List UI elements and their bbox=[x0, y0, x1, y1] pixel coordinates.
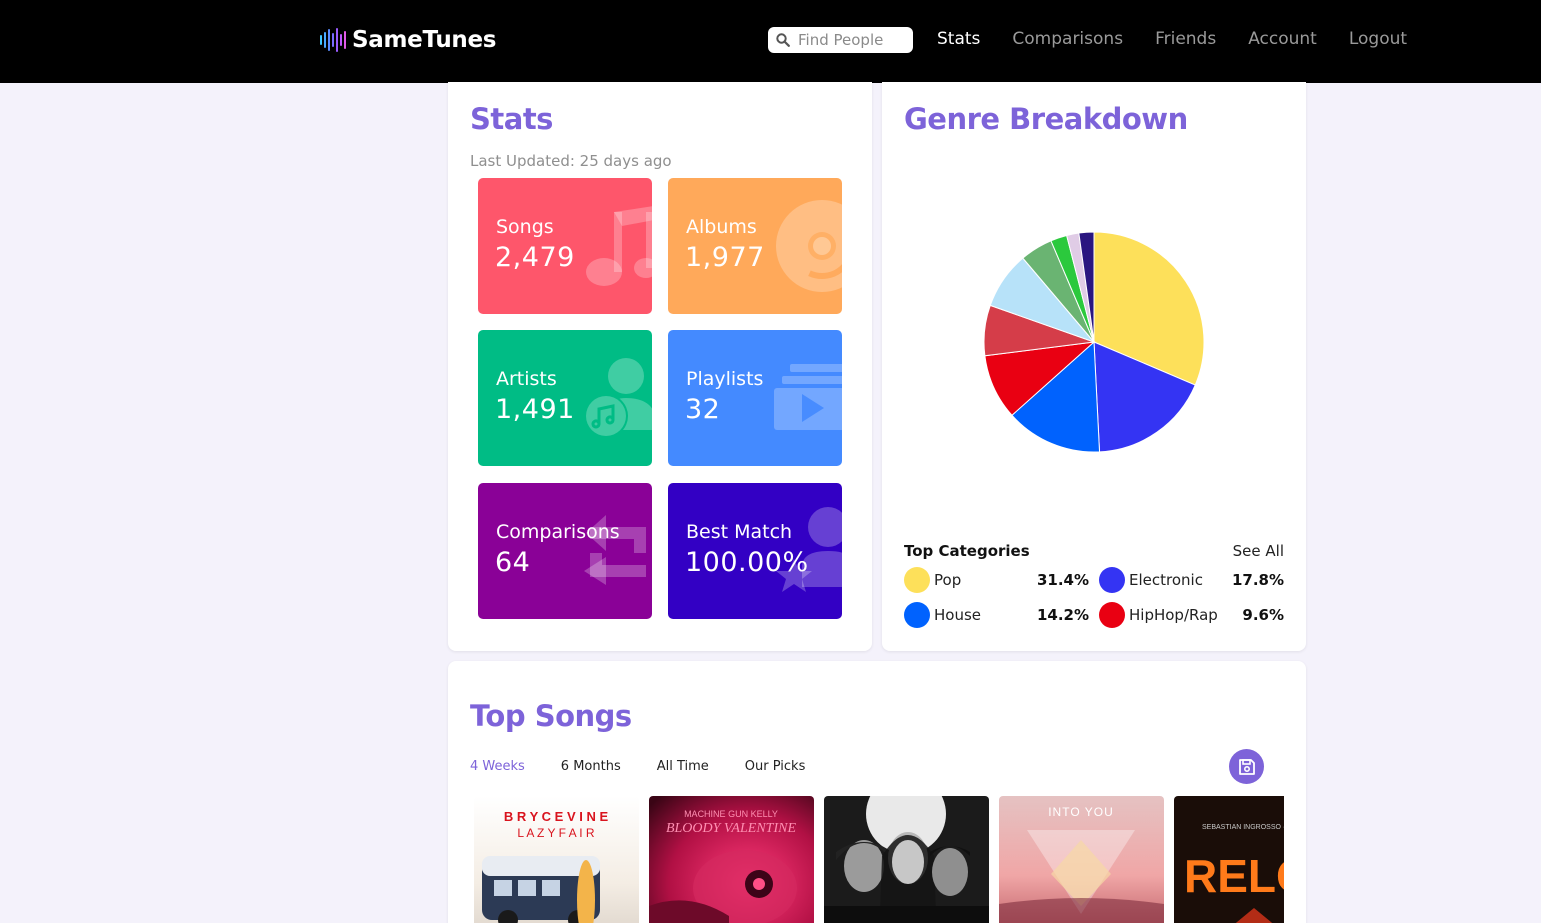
nav-friends-link[interactable]: Friends bbox=[1155, 29, 1216, 49]
artist-icon bbox=[584, 358, 652, 438]
legend-name: Pop bbox=[934, 571, 962, 589]
album-cover-relo[interactable]: SEBASTIAN INGROSSO · TOMMY TRASH RELO bbox=[1174, 796, 1284, 923]
find-people-search[interactable] bbox=[768, 27, 913, 53]
brand-logo[interactable]: SameTunes bbox=[320, 26, 496, 54]
tab-our-picks[interactable]: Our Picks bbox=[745, 759, 806, 774]
album-cover-lazy-fair[interactable]: B R Y C E V I N E L A Z Y F A I R bbox=[474, 796, 639, 923]
vinyl-disc-icon bbox=[776, 200, 842, 292]
legend-color-dot bbox=[1099, 602, 1125, 628]
search-icon bbox=[776, 33, 790, 47]
genre-pie-chart[interactable] bbox=[982, 230, 1206, 454]
tab-4-weeks[interactable]: 4 Weeks bbox=[470, 759, 525, 774]
legend-color-dot bbox=[904, 567, 930, 593]
tile-value: 64 bbox=[495, 547, 531, 578]
see-all-link[interactable]: See All bbox=[1233, 542, 1284, 560]
album-line1: MACHINE GUN KELLY bbox=[684, 809, 778, 819]
album-line2: BLOODY VALENTINE bbox=[666, 821, 796, 836]
album-cover-trio[interactable] bbox=[824, 796, 989, 923]
top-songs-album-row: B R Y C E V I N E L A Z Y F A I R MACHIN… bbox=[474, 796, 1284, 923]
album-art-image: B R Y C E V I N E L A Z Y F A I R bbox=[474, 796, 639, 923]
tile-label: Comparisons bbox=[496, 521, 620, 543]
tile-label: Songs bbox=[496, 216, 554, 238]
tab-all-time[interactable]: All Time bbox=[657, 759, 709, 774]
equalizer-logo-icon bbox=[320, 26, 346, 54]
top-songs-card: Top Songs 4 Weeks 6 Months All Time Our … bbox=[448, 661, 1306, 923]
legend-percent: 14.2% bbox=[1036, 606, 1089, 624]
legend-color-dot bbox=[1099, 567, 1125, 593]
best-match-stat-tile[interactable]: Best Match 100.00% bbox=[668, 483, 842, 619]
tile-value: 1,977 bbox=[685, 242, 765, 273]
stats-card: Stats Last Updated: 25 days ago Songs 2,… bbox=[448, 82, 872, 651]
save-icon bbox=[1238, 758, 1255, 775]
stats-title: Stats bbox=[470, 102, 553, 136]
legend-name: HipHop/Rap bbox=[1129, 606, 1218, 624]
comparisons-stat-tile[interactable]: Comparisons 64 bbox=[478, 483, 652, 619]
legend-item-electronic: Electronic 17.8% bbox=[1099, 567, 1284, 593]
nav-logout-link[interactable]: Logout bbox=[1349, 29, 1407, 49]
legend-item-pop: Pop 31.4% bbox=[904, 567, 1089, 593]
album-line2: L A Z Y F A I R bbox=[517, 826, 594, 840]
tile-value: 32 bbox=[685, 394, 721, 425]
top-navbar: SameTunes Stats Comparisons Friends Acco… bbox=[0, 0, 1541, 83]
music-note-icon bbox=[586, 206, 652, 286]
legend-item-hiphop-rap: HipHop/Rap 9.6% bbox=[1099, 602, 1284, 628]
legend-percent: 31.4% bbox=[1036, 571, 1089, 589]
genre-breakdown-card: Genre Breakdown Top Categories See All P… bbox=[882, 82, 1306, 651]
album-line1: B R Y C E V I N E bbox=[504, 809, 609, 824]
album-cover-bloody-valentine[interactable]: MACHINE GUN KELLY BLOODY VALENTINE bbox=[649, 796, 814, 923]
legend-color-dot bbox=[904, 602, 930, 628]
tile-label: Best Match bbox=[686, 521, 793, 543]
tile-label: Artists bbox=[496, 368, 557, 390]
legend-percent: 17.8% bbox=[1231, 571, 1284, 589]
nav-stats-link[interactable]: Stats bbox=[937, 29, 980, 49]
nav-account-link[interactable]: Account bbox=[1248, 29, 1317, 49]
artists-stat-tile[interactable]: Artists 1,491 bbox=[478, 330, 652, 466]
playlist-icon bbox=[774, 364, 842, 430]
top-songs-title: Top Songs bbox=[470, 699, 632, 733]
album-line1: RELO bbox=[1184, 850, 1284, 902]
top-categories-label: Top Categories bbox=[904, 542, 1030, 560]
tile-value: 1,491 bbox=[495, 394, 575, 425]
album-line1: INTO YOU bbox=[1048, 805, 1114, 819]
search-input[interactable] bbox=[798, 31, 908, 49]
legend-percent: 9.6% bbox=[1242, 606, 1284, 624]
tab-6-months[interactable]: 6 Months bbox=[561, 759, 621, 774]
tile-value: 2,479 bbox=[495, 242, 575, 273]
album-art-image: SEBASTIAN INGROSSO · TOMMY TRASH RELO bbox=[1174, 796, 1284, 923]
nav-comparisons-link[interactable]: Comparisons bbox=[1012, 29, 1123, 49]
tile-value: 100.00% bbox=[685, 547, 809, 578]
brand-name: SameTunes bbox=[352, 27, 497, 53]
genre-title: Genre Breakdown bbox=[904, 102, 1188, 136]
playlists-stat-tile[interactable]: Playlists 32 bbox=[668, 330, 842, 466]
album-cover-into-you[interactable]: INTO YOU bbox=[999, 796, 1164, 923]
time-range-tabs: 4 Weeks 6 Months All Time Our Picks bbox=[470, 759, 841, 774]
nav-links: Stats Comparisons Friends Account Logout bbox=[937, 29, 1439, 49]
legend-item-house: House 14.2% bbox=[904, 602, 1089, 628]
album-art-image: INTO YOU bbox=[999, 796, 1164, 923]
save-playlist-button[interactable] bbox=[1229, 749, 1264, 784]
album-art-image: MACHINE GUN KELLY BLOODY VALENTINE bbox=[649, 796, 814, 923]
tile-label: Albums bbox=[686, 216, 757, 238]
legend-name: House bbox=[934, 606, 982, 624]
album-art-image bbox=[824, 796, 989, 923]
legend-name: Electronic bbox=[1129, 571, 1203, 589]
songs-stat-tile[interactable]: Songs 2,479 bbox=[478, 178, 652, 314]
tile-label: Playlists bbox=[686, 368, 764, 390]
albums-stat-tile[interactable]: Albums 1,977 bbox=[668, 178, 842, 314]
svg-text:SEBASTIAN INGROSSO · TOMMY TRA: SEBASTIAN INGROSSO · TOMMY TRASH bbox=[1202, 824, 1284, 831]
last-updated-text: Last Updated: 25 days ago bbox=[470, 152, 672, 170]
